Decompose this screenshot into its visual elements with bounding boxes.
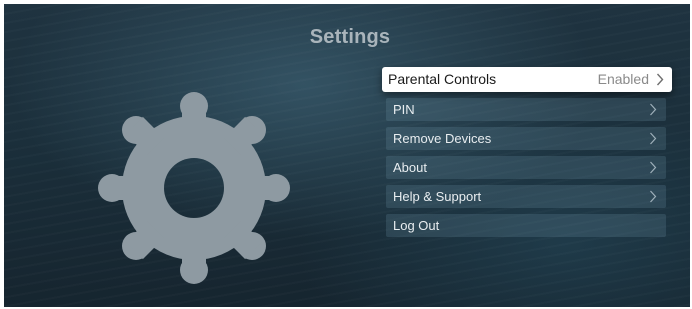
menu-item-label: Parental Controls [388, 71, 497, 87]
menu-item-remove-devices[interactable]: Remove Devices [386, 127, 666, 150]
menu-item-about[interactable]: About [386, 156, 666, 179]
settings-menu: Parental Controls Enabled PIN Remove Dev… [382, 67, 672, 243]
chevron-right-icon [650, 161, 657, 174]
menu-item-label: About [393, 160, 427, 175]
menu-item-help-support[interactable]: Help & Support [386, 185, 666, 208]
chevron-right-icon [650, 132, 657, 145]
chevron-right-icon [656, 73, 664, 86]
menu-item-pin[interactable]: PIN [386, 98, 666, 121]
menu-item-label: Log Out [393, 218, 440, 233]
page-title: Settings [309, 26, 391, 48]
menu-item-log-out[interactable]: Log Out [386, 214, 666, 237]
menu-item-value: Enabled [597, 71, 649, 87]
menu-item-label: PIN [393, 102, 415, 117]
chevron-right-icon [650, 103, 657, 116]
chevron-right-icon [650, 190, 657, 203]
menu-item-parental-controls[interactable]: Parental Controls Enabled [382, 67, 672, 92]
menu-item-label: Remove Devices [393, 131, 492, 146]
menu-item-label: Help & Support [393, 189, 482, 204]
gear-icon [98, 92, 290, 284]
